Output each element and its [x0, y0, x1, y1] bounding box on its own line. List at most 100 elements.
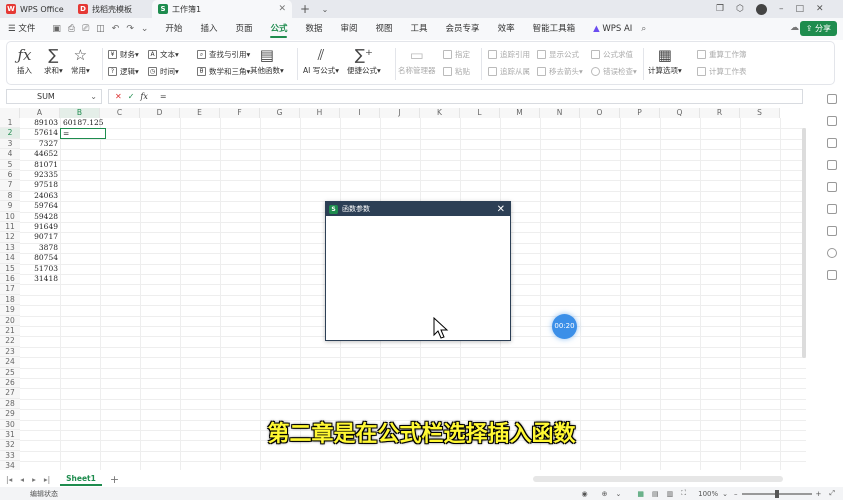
- trace-dependents-button[interactable]: 追踪从属: [488, 66, 530, 77]
- logic-button[interactable]: ? 逻辑 ▾: [108, 66, 139, 77]
- cell-b2-active[interactable]: =: [60, 128, 106, 139]
- settings-icon[interactable]: [827, 138, 837, 148]
- page-layout-icon[interactable]: ▤: [652, 490, 659, 498]
- first-sheet-icon[interactable]: |◂: [6, 475, 12, 484]
- undo-icon[interactable]: ↶: [112, 24, 120, 34]
- more-icon[interactable]: ⌄: [141, 24, 149, 34]
- menu-page[interactable]: 页面: [226, 18, 261, 40]
- vertical-scrollbar[interactable]: [802, 128, 806, 358]
- column-header-c[interactable]: C: [100, 108, 140, 118]
- dialog-titlebar[interactable]: S 函数参数 ✕: [326, 202, 510, 216]
- row-header[interactable]: 27: [0, 388, 20, 399]
- zoom-out-icon[interactable]: –: [734, 490, 738, 498]
- row-header[interactable]: 24: [0, 357, 20, 368]
- column-header-e[interactable]: E: [180, 108, 220, 118]
- row-header[interactable]: 16: [0, 274, 20, 285]
- ai-formula-button[interactable]: ⫽ AI 写公式▾: [303, 45, 339, 76]
- cell-a14[interactable]: 80754: [20, 253, 60, 263]
- eye-protection-icon[interactable]: ◉: [581, 490, 587, 498]
- row-header[interactable]: 1: [0, 118, 20, 129]
- zoom-in-icon[interactable]: +: [816, 490, 822, 498]
- maximize-icon[interactable]: □: [795, 4, 804, 14]
- common-functions-button[interactable]: ☆ 常用▾: [71, 45, 90, 76]
- cell-a4[interactable]: 44652: [20, 149, 60, 159]
- column-header-h[interactable]: H: [300, 108, 340, 118]
- row-header[interactable]: 9: [0, 201, 20, 212]
- comment-icon[interactable]: [827, 160, 837, 170]
- cell-a3[interactable]: 7327: [20, 139, 60, 149]
- select-icon[interactable]: [827, 116, 837, 126]
- show-formulas-button[interactable]: 显示公式: [537, 49, 579, 60]
- tab-workbook[interactable]: S 工作簿1 ✕: [152, 0, 292, 18]
- zoom-level[interactable]: 100%: [698, 490, 718, 498]
- time-button[interactable]: ◷ 时间 ▾: [148, 66, 179, 77]
- cell-a11[interactable]: 91649: [20, 222, 60, 232]
- more-panels-icon[interactable]: [827, 270, 837, 280]
- chevron-down-icon[interactable]: ⌄: [90, 90, 97, 103]
- math-button[interactable]: θ 数学和三角 ▾: [197, 66, 250, 77]
- menu-efficiency[interactable]: 效率: [489, 18, 524, 40]
- layout-dropdown-icon[interactable]: ⌄: [615, 490, 621, 498]
- calc-sheet-button[interactable]: 计算工作表: [697, 66, 747, 77]
- last-sheet-icon[interactable]: ▸|: [44, 475, 50, 484]
- row-header[interactable]: 7: [0, 180, 20, 191]
- column-header-g[interactable]: G: [260, 108, 300, 118]
- row-header[interactable]: 14: [0, 253, 20, 264]
- cell-a8[interactable]: 24063: [20, 191, 60, 201]
- share-button[interactable]: ⇪ 分享: [799, 21, 837, 36]
- name-box[interactable]: SUM ⌄: [6, 89, 102, 104]
- column-header-o[interactable]: O: [580, 108, 620, 118]
- page-break-icon[interactable]: ▥: [667, 490, 674, 498]
- row-header[interactable]: 19: [0, 305, 20, 316]
- menu-review[interactable]: 审阅: [332, 18, 367, 40]
- menu-home[interactable]: 开始: [156, 18, 191, 40]
- error-check-button[interactable]: 错误检查 ▾: [591, 66, 637, 77]
- help-icon[interactable]: [827, 248, 837, 258]
- column-header-a[interactable]: A: [20, 108, 60, 118]
- column-header-r[interactable]: R: [700, 108, 740, 118]
- select-all-corner[interactable]: [0, 108, 20, 118]
- cell-a7[interactable]: 97518: [20, 180, 60, 190]
- column-header-m[interactable]: M: [500, 108, 540, 118]
- next-sheet-icon[interactable]: ▸: [32, 475, 36, 484]
- formula-input[interactable]: ✕ ✓ fx =: [108, 89, 803, 104]
- cell-a2[interactable]: 57614: [20, 128, 60, 138]
- recalc-workbook-button[interactable]: 重算工作簿: [697, 49, 747, 60]
- row-header[interactable]: 17: [0, 284, 20, 295]
- cell-a12[interactable]: 90717: [20, 232, 60, 242]
- other-functions-button[interactable]: ▤ 其他函数▾: [250, 45, 284, 76]
- row-header[interactable]: 10: [0, 211, 20, 222]
- column-header-j[interactable]: J: [380, 108, 420, 118]
- cell-b1[interactable]: 60187.125: [60, 118, 104, 128]
- row-header[interactable]: 3: [0, 138, 20, 150]
- lookup-button[interactable]: ⌕ 查找与引用 ▾: [197, 49, 250, 60]
- menu-icon[interactable]: [827, 94, 837, 104]
- menu-member[interactable]: 会员专享: [437, 18, 489, 40]
- search-icon[interactable]: ⌕: [641, 24, 646, 34]
- export-icon[interactable]: ⎙: [68, 24, 75, 34]
- function-arguments-dialog[interactable]: S 函数参数 ✕: [325, 201, 511, 341]
- tools-icon[interactable]: [827, 204, 837, 214]
- close-tab-icon[interactable]: ✕: [278, 4, 286, 14]
- fx-insert-icon[interactable]: fx: [140, 92, 147, 101]
- quick-formula-button[interactable]: ∑⁺ 便捷公式▾: [347, 45, 381, 76]
- sheet-tab-sheet1[interactable]: Sheet1: [60, 472, 102, 486]
- insert-function-button[interactable]: ƒx 插入: [17, 45, 32, 76]
- tab-dropdown-icon[interactable]: ⌄: [318, 5, 332, 14]
- minimize-icon[interactable]: –: [779, 4, 784, 14]
- row-header[interactable]: 21: [0, 326, 20, 337]
- expand-icon[interactable]: ⤢: [829, 489, 835, 498]
- row-header[interactable]: 5: [0, 159, 20, 170]
- horizontal-scrollbar[interactable]: [533, 476, 783, 482]
- autosum-button[interactable]: ∑ 求和▾: [44, 45, 63, 76]
- cell-a9[interactable]: 59764: [20, 201, 60, 211]
- column-header-q[interactable]: Q: [660, 108, 700, 118]
- menu-wps-ai[interactable]: ▲ WPS AI: [584, 18, 641, 40]
- cell-a16[interactable]: 31418: [20, 274, 60, 284]
- new-tab-icon[interactable]: +: [298, 2, 312, 16]
- column-header-n[interactable]: N: [540, 108, 580, 118]
- column-header-d[interactable]: D: [140, 108, 180, 118]
- menu-view[interactable]: 视图: [367, 18, 402, 40]
- close-window-icon[interactable]: ✕: [816, 4, 824, 14]
- avatar[interactable]: [755, 3, 767, 15]
